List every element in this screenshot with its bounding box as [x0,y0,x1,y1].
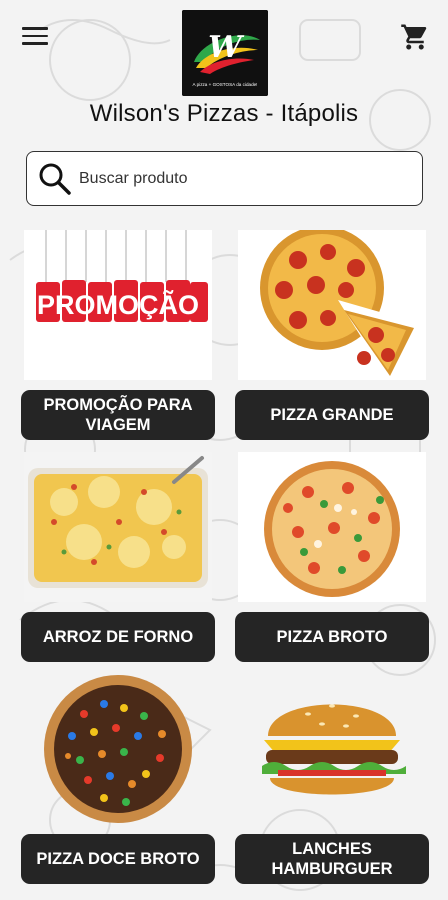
shopping-cart-icon[interactable] [400,22,430,52]
hamburger-image [238,674,426,824]
svg-text:W: W [208,30,245,65]
small-pizza-image [238,452,426,602]
promotion-tags-image: PROMOÇÃO [24,230,212,380]
category-card-promocao[interactable]: PROMOÇÃO PROMOÇÃO PARA VIAGEM [21,230,215,440]
app-screen: W A pizza + GOSTOSA da cidade! Wilson's … [0,0,448,900]
category-card-pizza-grande[interactable]: PIZZA GRANDE [235,230,429,440]
baked-rice-image [24,452,212,602]
category-card-pizza-doce-broto[interactable]: PIZZA DOCE BROTO [21,674,215,884]
svg-text:PROMOÇÃO: PROMOÇÃO [37,289,199,320]
category-card-pizza-broto[interactable]: PIZZA BROTO [235,452,429,662]
svg-text:A pizza + GOSTOSA da cidade!: A pizza + GOSTOSA da cidade! [193,82,258,87]
category-label: PIZZA BROTO [235,612,429,662]
search-icon [39,163,71,195]
chocolate-candy-pizza-image [24,674,212,824]
search-input[interactable] [79,169,399,188]
store-logo: W A pizza + GOSTOSA da cidade! [182,10,268,96]
category-label: ARROZ DE FORNO [21,612,215,662]
category-label: PROMOÇÃO PARA VIAGEM [21,390,215,440]
category-card-lanches-hamburguer[interactable]: LANCHES HAMBURGUER [235,674,429,884]
category-label: LANCHES HAMBURGUER [235,834,429,884]
category-label: PIZZA DOCE BROTO [21,834,215,884]
hamburger-menu-icon[interactable] [20,22,50,50]
category-card-arroz-de-forno[interactable]: ARROZ DE FORNO [21,452,215,662]
pepperoni-pizza-image [238,230,426,380]
top-bar: W A pizza + GOSTOSA da cidade! [0,0,448,100]
search-bar[interactable] [26,151,423,206]
page-title: Wilson's Pizzas - Itápolis [89,100,359,127]
category-label: PIZZA GRANDE [235,390,429,440]
